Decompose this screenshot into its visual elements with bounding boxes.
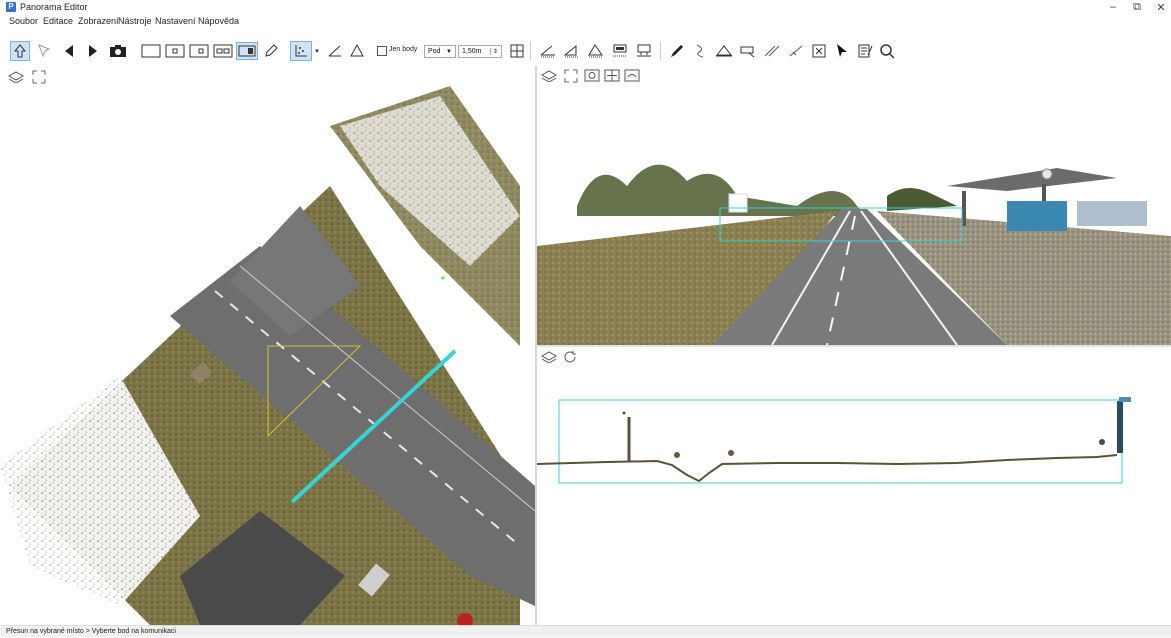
grid-icon[interactable] bbox=[508, 42, 526, 60]
layers-icon[interactable] bbox=[540, 70, 558, 84]
edit-list-icon[interactable] bbox=[856, 42, 874, 60]
split-icon[interactable] bbox=[786, 42, 806, 60]
layers-icon[interactable] bbox=[7, 71, 25, 85]
delete-box-icon[interactable] bbox=[810, 42, 828, 60]
point-cloud-icon[interactable] bbox=[290, 41, 312, 61]
compare-icon[interactable] bbox=[604, 69, 620, 84]
triangle-icon[interactable] bbox=[348, 42, 366, 60]
maximize-button[interactable]: ⧉ bbox=[1128, 1, 1146, 14]
layers-icon[interactable] bbox=[540, 351, 558, 365]
menu-editace[interactable]: Editace bbox=[43, 16, 73, 26]
fullscreen-icon[interactable] bbox=[564, 69, 578, 85]
dual-view-icon[interactable] bbox=[188, 43, 210, 59]
panorama-app-icon: P bbox=[6, 2, 16, 12]
up-arrow-icon[interactable] bbox=[10, 41, 30, 61]
fullscreen-icon[interactable] bbox=[32, 70, 46, 86]
rect-view-icon[interactable] bbox=[140, 43, 162, 59]
polygon-icon[interactable] bbox=[714, 42, 734, 60]
profile-view[interactable] bbox=[537, 347, 1171, 625]
quad-view-icon[interactable] bbox=[212, 43, 234, 59]
status-text: Přesun na vybrané místo > Vyberte bod na… bbox=[6, 628, 176, 635]
refresh-icon[interactable] bbox=[563, 350, 577, 366]
distance-value: 1,50m bbox=[462, 48, 482, 55]
minimize-button[interactable]: – bbox=[1104, 1, 1122, 13]
select-arrow-icon[interactable] bbox=[36, 42, 54, 60]
panel-view-icon[interactable] bbox=[236, 42, 258, 60]
close-button[interactable]: ✕ bbox=[1152, 1, 1170, 14]
measure-slope-icon[interactable] bbox=[586, 42, 606, 60]
only-points-label: Jen body bbox=[389, 46, 418, 53]
toolbar-separator bbox=[660, 42, 661, 60]
cut-icon[interactable] bbox=[762, 42, 782, 60]
shape-icon[interactable] bbox=[738, 42, 758, 60]
layers-icon[interactable] bbox=[610, 42, 630, 60]
mode-select-value: Pod bbox=[428, 48, 441, 55]
only-points-checkbox[interactable] bbox=[376, 44, 388, 58]
magnifier-icon[interactable] bbox=[878, 42, 896, 60]
panorama-image[interactable] bbox=[537, 66, 1171, 345]
menu-nastaveni[interactable]: Nastavení bbox=[155, 16, 196, 26]
split-view-icon[interactable] bbox=[584, 69, 600, 84]
draw-icon[interactable] bbox=[668, 42, 686, 60]
topdown-pointcloud[interactable] bbox=[0, 66, 535, 625]
frame-icon[interactable] bbox=[634, 42, 654, 60]
distance-spinner[interactable]: 1,50m ⇕ bbox=[458, 45, 502, 58]
menu-soubor[interactable]: Soubor bbox=[9, 16, 38, 26]
curve-icon[interactable] bbox=[692, 42, 710, 60]
menu-napoveda[interactable]: Nápověda bbox=[198, 16, 239, 26]
cursor-icon[interactable] bbox=[834, 42, 850, 60]
measure-line-icon[interactable] bbox=[538, 42, 558, 60]
measure-height-icon[interactable] bbox=[562, 42, 582, 60]
pencil-icon[interactable] bbox=[262, 42, 280, 60]
camera-icon[interactable] bbox=[108, 42, 128, 60]
next-icon[interactable] bbox=[84, 42, 102, 60]
mode-select[interactable]: Pod ▼ bbox=[424, 45, 456, 58]
reset-view-icon[interactable] bbox=[624, 69, 640, 84]
chevron-down-icon: ▼ bbox=[446, 48, 452, 55]
toolbar-separator bbox=[530, 42, 531, 60]
title-bar: P Panorama Editor – ⧉ ✕ bbox=[0, 0, 1171, 15]
single-view-icon[interactable] bbox=[164, 43, 186, 59]
prev-icon[interactable] bbox=[60, 42, 78, 60]
panorama-view[interactable] bbox=[537, 66, 1171, 345]
status-bar: Přesun na vybrané místo > Vyberte bod na… bbox=[0, 625, 1171, 637]
angle-icon[interactable] bbox=[326, 42, 344, 60]
menu-nastroje[interactable]: Nástroje bbox=[118, 16, 152, 26]
topdown-view[interactable] bbox=[0, 66, 535, 625]
menu-bar: Soubor Editace Zobrazení Nástroje Nastav… bbox=[0, 15, 1171, 28]
chevron-down-icon[interactable]: ▾ bbox=[313, 45, 321, 57]
spinner-icon: ⇕ bbox=[489, 48, 498, 55]
menu-zobrazeni[interactable]: Zobrazení bbox=[78, 16, 119, 26]
window-title: Panorama Editor bbox=[20, 2, 88, 12]
cross-section-profile[interactable] bbox=[537, 347, 1171, 625]
